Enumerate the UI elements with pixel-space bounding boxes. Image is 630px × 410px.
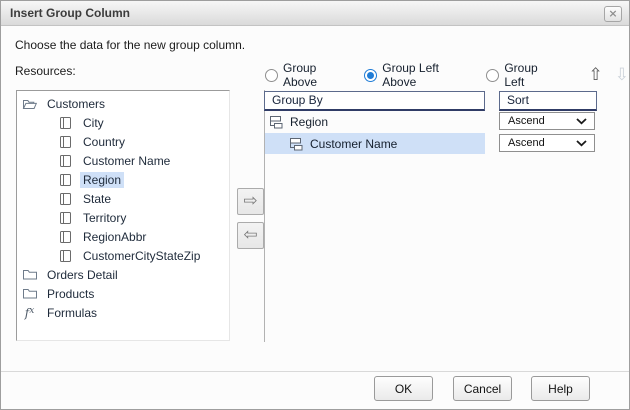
chevron-down-icon bbox=[576, 112, 587, 130]
tree-item-customer-name[interactable]: Customer Name bbox=[17, 151, 229, 170]
tree-item-territory[interactable]: Territory bbox=[17, 208, 229, 227]
group-row-customer-name[interactable]: Customer Name bbox=[265, 133, 485, 154]
radio-selected-icon bbox=[364, 69, 377, 82]
arrow-left-icon: ⇦ bbox=[243, 227, 257, 244]
group-icon bbox=[288, 136, 304, 151]
column-header-sort: Sort bbox=[499, 91, 597, 111]
resources-label: Resources: bbox=[15, 64, 76, 78]
tree-item-label-selected: Region bbox=[80, 172, 124, 188]
help-button[interactable]: Help bbox=[531, 376, 590, 401]
tree-item-label: RegionAbbr bbox=[80, 229, 149, 245]
tree-item-orders-detail[interactable]: Orders Detail bbox=[17, 265, 229, 284]
move-right-button[interactable]: ⇨ bbox=[237, 188, 264, 215]
ok-button[interactable]: OK bbox=[374, 376, 433, 401]
sort-value: Ascend bbox=[508, 137, 545, 149]
tree-item-products[interactable]: Products bbox=[17, 284, 229, 303]
tree-item-city[interactable]: City bbox=[17, 113, 229, 132]
column-icon bbox=[57, 116, 74, 130]
resources-tree: Customers City Country Customer Name Reg… bbox=[16, 90, 230, 341]
tree-item-label: State bbox=[80, 191, 114, 207]
close-button[interactable]: × bbox=[604, 6, 622, 22]
group-row-label: Customer Name bbox=[310, 137, 397, 151]
radio-group-left[interactable]: Group Left bbox=[486, 61, 559, 89]
dialog-title: Insert Group Column bbox=[10, 1, 130, 25]
radio-label: Group Left bbox=[504, 61, 559, 89]
group-position-options: Group Above Group Left Above Group Left … bbox=[265, 66, 629, 84]
tree-item-regionabbr[interactable]: RegionAbbr bbox=[17, 227, 229, 246]
arrow-right-icon: ⇨ bbox=[243, 193, 257, 210]
radio-label: Group Left Above bbox=[382, 61, 473, 89]
column-icon bbox=[57, 211, 74, 225]
folder-icon bbox=[21, 268, 38, 281]
radio-label: Group Above bbox=[283, 61, 351, 89]
tree-item-label: CustomerCityStateZip bbox=[80, 248, 203, 264]
instruction-text: Choose the data for the new group column… bbox=[15, 38, 245, 52]
tree-item-label: Customer Name bbox=[80, 153, 173, 169]
tree-item-label: Orders Detail bbox=[44, 267, 121, 283]
tree-item-customercitystatezip[interactable]: CustomerCityStateZip bbox=[17, 246, 229, 265]
formula-icon: fx bbox=[21, 306, 38, 320]
tree-item-region[interactable]: Region bbox=[17, 170, 229, 189]
column-header-group-by: Group By bbox=[264, 91, 485, 111]
chevron-down-icon bbox=[576, 134, 587, 152]
tree-item-label: City bbox=[80, 115, 107, 131]
tree-item-label: Formulas bbox=[44, 305, 100, 321]
tree-item-customers[interactable]: Customers bbox=[17, 94, 229, 113]
sort-select-customer-name[interactable]: Ascend bbox=[499, 134, 595, 152]
column-icon bbox=[57, 192, 74, 206]
tree-item-country[interactable]: Country bbox=[17, 132, 229, 151]
dialog-titlebar[interactable]: Insert Group Column × bbox=[1, 1, 629, 26]
insert-group-column-dialog: Insert Group Column × Choose the data fo… bbox=[0, 0, 630, 410]
column-icon bbox=[57, 173, 74, 187]
move-down-button[interactable]: ⇩ bbox=[615, 67, 629, 84]
move-up-button[interactable]: ⇧ bbox=[588, 67, 602, 84]
footer-separator bbox=[1, 371, 629, 372]
folder-open-icon bbox=[21, 97, 38, 111]
tree-item-label: Products bbox=[44, 286, 97, 302]
group-icon bbox=[268, 114, 284, 129]
group-row-label: Region bbox=[290, 115, 328, 129]
tree-item-label: Country bbox=[80, 134, 128, 150]
column-icon bbox=[57, 230, 74, 244]
tree-item-label: Customers bbox=[44, 96, 108, 112]
close-icon: × bbox=[608, 7, 617, 20]
move-left-button[interactable]: ⇦ bbox=[237, 222, 264, 249]
radio-icon bbox=[486, 69, 499, 82]
tree-item-state[interactable]: State bbox=[17, 189, 229, 208]
cancel-button[interactable]: Cancel bbox=[453, 376, 512, 401]
column-icon bbox=[57, 249, 74, 263]
radio-icon bbox=[265, 69, 278, 82]
radio-group-left-above[interactable]: Group Left Above bbox=[364, 61, 473, 89]
radio-group-above[interactable]: Group Above bbox=[265, 61, 351, 89]
folder-icon bbox=[21, 287, 38, 300]
sort-value: Ascend bbox=[508, 115, 545, 127]
column-icon bbox=[57, 154, 74, 168]
group-row-region[interactable]: Region bbox=[265, 111, 485, 132]
column-icon bbox=[57, 135, 74, 149]
tree-item-label: Territory bbox=[80, 210, 129, 226]
tree-item-formulas[interactable]: fx Formulas bbox=[17, 303, 229, 322]
sort-select-region[interactable]: Ascend bbox=[499, 112, 595, 130]
